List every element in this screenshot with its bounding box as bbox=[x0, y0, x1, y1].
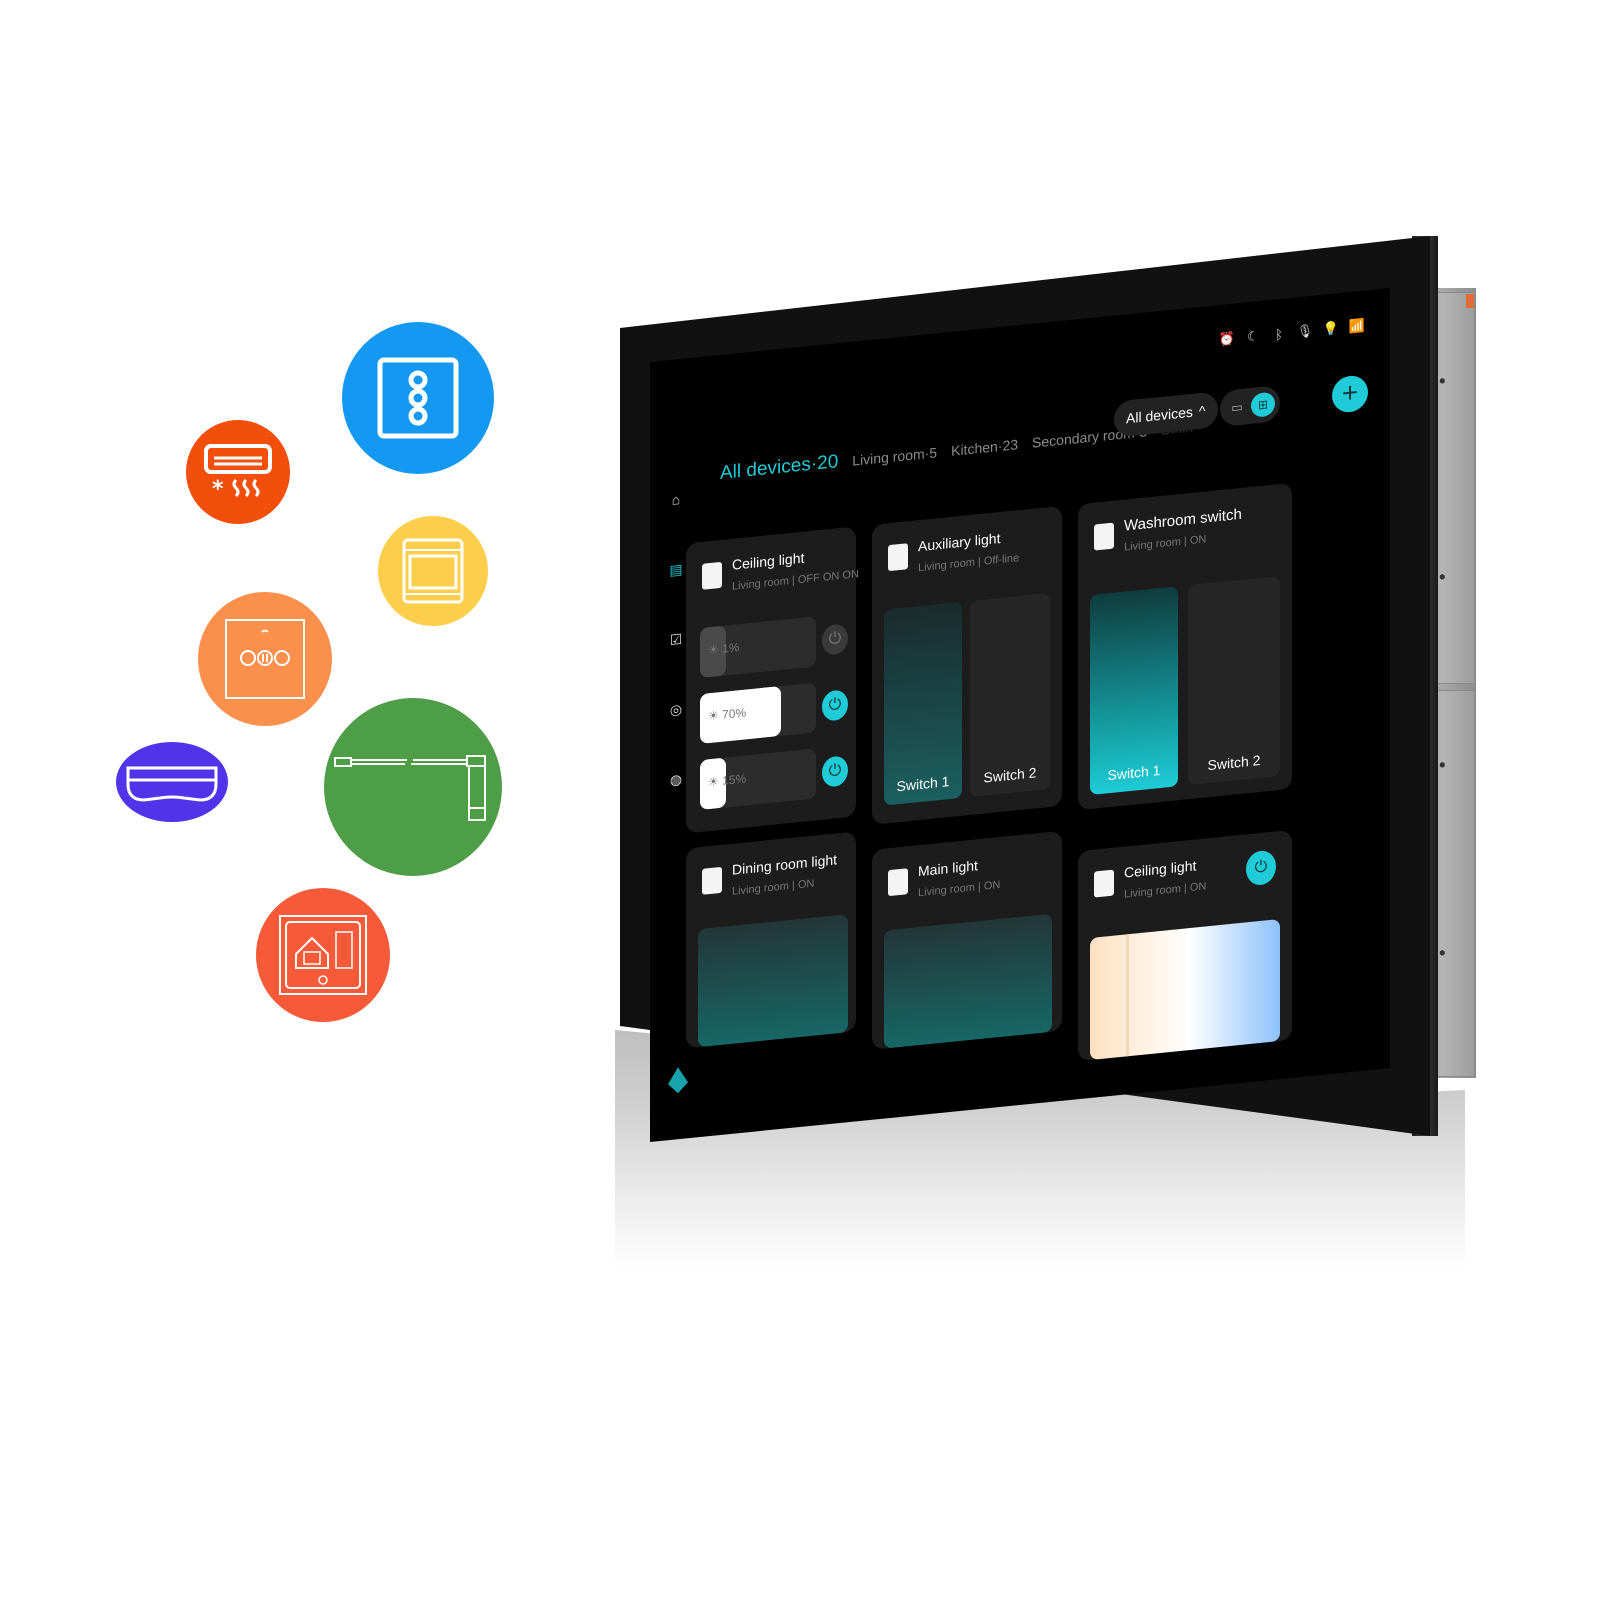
nav-home[interactable]: ⌂ bbox=[666, 488, 686, 510]
switch-1-button[interactable]: Switch 1 bbox=[1090, 586, 1178, 795]
light-panel[interactable] bbox=[698, 914, 848, 1048]
slider-label: ☀ 15% bbox=[708, 771, 747, 790]
switch-label: Switch 2 bbox=[1207, 751, 1261, 774]
brightness-slider-2[interactable]: ☀ 70% bbox=[700, 682, 816, 744]
nav-settings[interactable]: ◍ bbox=[666, 768, 686, 790]
power-button-2[interactable]: ⏻ bbox=[822, 689, 848, 722]
device-switch-icon bbox=[702, 866, 722, 895]
card-title: Washroom switch bbox=[1124, 505, 1242, 535]
tab-all-devices[interactable]: All devices·20 bbox=[720, 451, 838, 485]
moon-icon: ☾ bbox=[1247, 328, 1259, 345]
power-button[interactable]: ⏻ bbox=[1246, 849, 1276, 887]
nav-scenes[interactable]: ☑ bbox=[666, 628, 686, 650]
device-card-washroom-switch[interactable]: Washroom switch Living room | ON Switch … bbox=[1078, 482, 1292, 811]
oven-icon bbox=[402, 538, 464, 604]
svg-text:*: * bbox=[212, 477, 224, 502]
oven-bubble bbox=[378, 516, 488, 626]
card-subtitle: Living room | Off-line bbox=[918, 552, 1020, 575]
power-cycle-icon: ◍ bbox=[669, 770, 683, 788]
card-subtitle: Living room | ON bbox=[1124, 880, 1207, 901]
camera-icon: ◎ bbox=[669, 700, 683, 718]
tab-living-room[interactable]: Living room·5 bbox=[852, 444, 937, 468]
three-button-switch-icon bbox=[377, 357, 459, 439]
tab-kitchen[interactable]: Kitchen·23 bbox=[951, 436, 1018, 459]
power-button-1[interactable]: ⏻ bbox=[822, 623, 848, 656]
air-conditioner-bubble: * bbox=[186, 420, 290, 524]
card-subtitle: Living room | ON bbox=[732, 877, 815, 898]
switch-label: Switch 2 bbox=[983, 764, 1037, 786]
card-title: Ceiling light bbox=[732, 549, 805, 573]
alarm-icon: ⏰ bbox=[1218, 330, 1236, 348]
ir-hub-bubble bbox=[116, 742, 228, 822]
nav-devices[interactable]: ▤ bbox=[666, 558, 686, 580]
slider-label: ☀ 1% bbox=[708, 640, 740, 658]
device-switch-icon bbox=[888, 543, 908, 572]
device-card-auxiliary-light[interactable]: Auxiliary light Living room | Off-line S… bbox=[872, 505, 1062, 825]
list-view-button[interactable]: ▭ bbox=[1225, 394, 1249, 420]
card-subtitle: Living room | ON bbox=[918, 878, 1001, 900]
device-switch-icon bbox=[1094, 522, 1114, 551]
ir-hub-icon bbox=[126, 766, 218, 802]
switch-2-button[interactable]: Switch 2 bbox=[970, 593, 1050, 797]
smart-switch-bubble bbox=[342, 322, 494, 474]
switch-1-button[interactable]: Switch 1 bbox=[884, 601, 962, 806]
curtain-rail-icon bbox=[334, 755, 486, 821]
brand-logo-icon bbox=[668, 1067, 688, 1094]
device-filter-dropdown[interactable]: All devices ^ bbox=[1114, 391, 1218, 438]
grid-view-button[interactable]: ⊞ bbox=[1251, 391, 1275, 418]
wifi-icon: 📶 bbox=[1348, 317, 1366, 335]
devices-icon: ▤ bbox=[669, 560, 683, 578]
curtain-switch-icon bbox=[225, 619, 305, 699]
device-card-main-light[interactable]: Main light Living room | ON bbox=[872, 830, 1062, 1050]
card-title: Dining room light bbox=[732, 851, 838, 878]
air-conditioner-icon: * bbox=[204, 444, 272, 502]
chevron-up-icon: ^ bbox=[1198, 402, 1206, 420]
screen: ⏰ ☾ ᛒ 🎙 💡 📶 ⌂ ▤ ☑ ◎ ◍ All devices·20 Liv… bbox=[650, 288, 1390, 1142]
device-card-ceiling-light-2[interactable]: Ceiling light Living room | ON ⏻ bbox=[1078, 829, 1292, 1062]
view-toggle: ▭ ⊞ bbox=[1220, 385, 1280, 427]
nav-camera[interactable]: ◎ bbox=[666, 698, 686, 720]
thermostat-bubble bbox=[256, 888, 390, 1022]
brightness-slider-1[interactable]: ☀ 1% bbox=[700, 616, 816, 678]
thermostat-icon bbox=[279, 915, 367, 995]
switch-label: Switch 1 bbox=[896, 773, 950, 795]
light-panel[interactable] bbox=[884, 913, 1052, 1049]
card-title: Ceiling light bbox=[1124, 857, 1197, 881]
color-temp-handle[interactable] bbox=[1126, 934, 1129, 1057]
brightness-slider-3[interactable]: ☀ 15% bbox=[700, 748, 816, 810]
add-device-button[interactable]: + bbox=[1332, 374, 1368, 414]
card-title: Auxiliary light bbox=[918, 529, 1001, 555]
mic-off-icon: 🎙 bbox=[1296, 322, 1314, 340]
checkbox-icon: ☑ bbox=[669, 630, 683, 648]
device-card-ceiling-light[interactable]: Ceiling light Living room | OFF ON ON ☀ … bbox=[686, 526, 859, 834]
switch-label: Switch 1 bbox=[1107, 761, 1161, 784]
device-card-dining-room-light[interactable]: Dining room light Living room | ON bbox=[686, 831, 856, 1049]
curtain-switch-bubble bbox=[198, 592, 332, 726]
card-subtitle: Living room | OFF ON ON bbox=[732, 568, 859, 593]
device-switch-icon bbox=[702, 561, 722, 590]
device-switch-icon bbox=[888, 868, 908, 897]
bluetooth-icon: ᛒ bbox=[1275, 326, 1283, 342]
card-title: Main light bbox=[918, 857, 978, 880]
card-subtitle: Living room | ON bbox=[1124, 533, 1207, 554]
home-icon: ⌂ bbox=[671, 490, 681, 508]
color-temperature-slider[interactable] bbox=[1090, 919, 1280, 1060]
orange-indicator bbox=[1466, 294, 1474, 308]
curtain-motor-bubble bbox=[324, 698, 502, 876]
bulb-icon: 💡 bbox=[1322, 320, 1340, 337]
switch-2-button[interactable]: Switch 2 bbox=[1188, 576, 1280, 786]
filter-label: All devices bbox=[1126, 403, 1193, 427]
power-button-3[interactable]: ⏻ bbox=[822, 755, 848, 788]
device-switch-icon bbox=[1094, 869, 1114, 898]
status-bar: ⏰ ☾ ᛒ 🎙 💡 📶 bbox=[1218, 317, 1366, 348]
